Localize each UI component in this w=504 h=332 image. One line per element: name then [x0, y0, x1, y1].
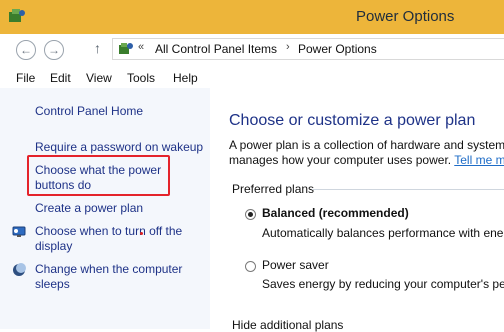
cursor-mark: [140, 232, 143, 235]
power-saver-plan-description: Saves energy by reducing your computer's…: [262, 277, 504, 291]
monitor-icon: [12, 226, 26, 237]
description-line2-text: manages how your computer uses power.: [229, 153, 452, 167]
back-button[interactable]: ←: [16, 40, 36, 60]
turn-off-display-link[interactable]: Choose when to turn off the display: [35, 224, 182, 254]
breadcrumb-all-control-panel-items[interactable]: All Control Panel Items: [155, 42, 277, 56]
window-title: Power Options: [356, 8, 455, 25]
power-options-app-icon: [9, 9, 25, 22]
description-line1: A power plan is a collection of hardware…: [229, 138, 504, 152]
computer-sleeps-line2: sleeps: [35, 277, 70, 291]
require-password-link[interactable]: Require a password on wakeup: [35, 140, 203, 155]
preferred-plans-label: Preferred plans: [232, 182, 315, 196]
control-panel-home-link[interactable]: Control Panel Home: [35, 104, 143, 119]
tell-me-more-link[interactable]: Tell me m: [454, 153, 504, 167]
breadcrumb-separator[interactable]: ›: [286, 41, 290, 53]
power-saver-radio[interactable]: [245, 261, 256, 272]
balanced-plan-description: Automatically balances performance with …: [262, 226, 504, 240]
moon-icon: [13, 263, 26, 276]
balanced-plan-name[interactable]: Balanced (recommended): [262, 206, 409, 220]
forward-button[interactable]: →: [44, 40, 64, 60]
description-line2: manages how your computer uses power. Te…: [229, 153, 504, 168]
menu-file[interactable]: File: [16, 71, 35, 85]
balanced-radio[interactable]: [245, 209, 256, 220]
highlight-box: [27, 155, 170, 196]
computer-sleeps-line1: Change when the computer: [35, 262, 183, 276]
power-saver-plan-name[interactable]: Power saver: [262, 258, 329, 272]
breadcrumb-power-options[interactable]: Power Options: [298, 42, 377, 56]
menu-bar: [0, 66, 504, 89]
menu-edit[interactable]: Edit: [50, 71, 71, 85]
breadcrumb-prefix[interactable]: «: [138, 41, 144, 53]
menu-view[interactable]: View: [86, 71, 112, 85]
up-button[interactable]: ↑: [94, 40, 101, 56]
menu-help[interactable]: Help: [173, 71, 198, 85]
turn-off-display-line1: Choose when to turn off the: [35, 224, 183, 238]
page-heading: Choose or customize a power plan: [229, 112, 476, 129]
computer-sleeps-link[interactable]: Change when the computer sleeps: [35, 262, 182, 292]
create-power-plan-link[interactable]: Create a power plan: [35, 201, 143, 216]
menu-tools[interactable]: Tools: [127, 71, 155, 85]
section-divider: [312, 189, 504, 190]
turn-off-display-line2: display: [35, 239, 73, 253]
control-panel-icon: [119, 43, 133, 54]
hide-additional-plans-toggle[interactable]: Hide additional plans: [232, 318, 343, 332]
